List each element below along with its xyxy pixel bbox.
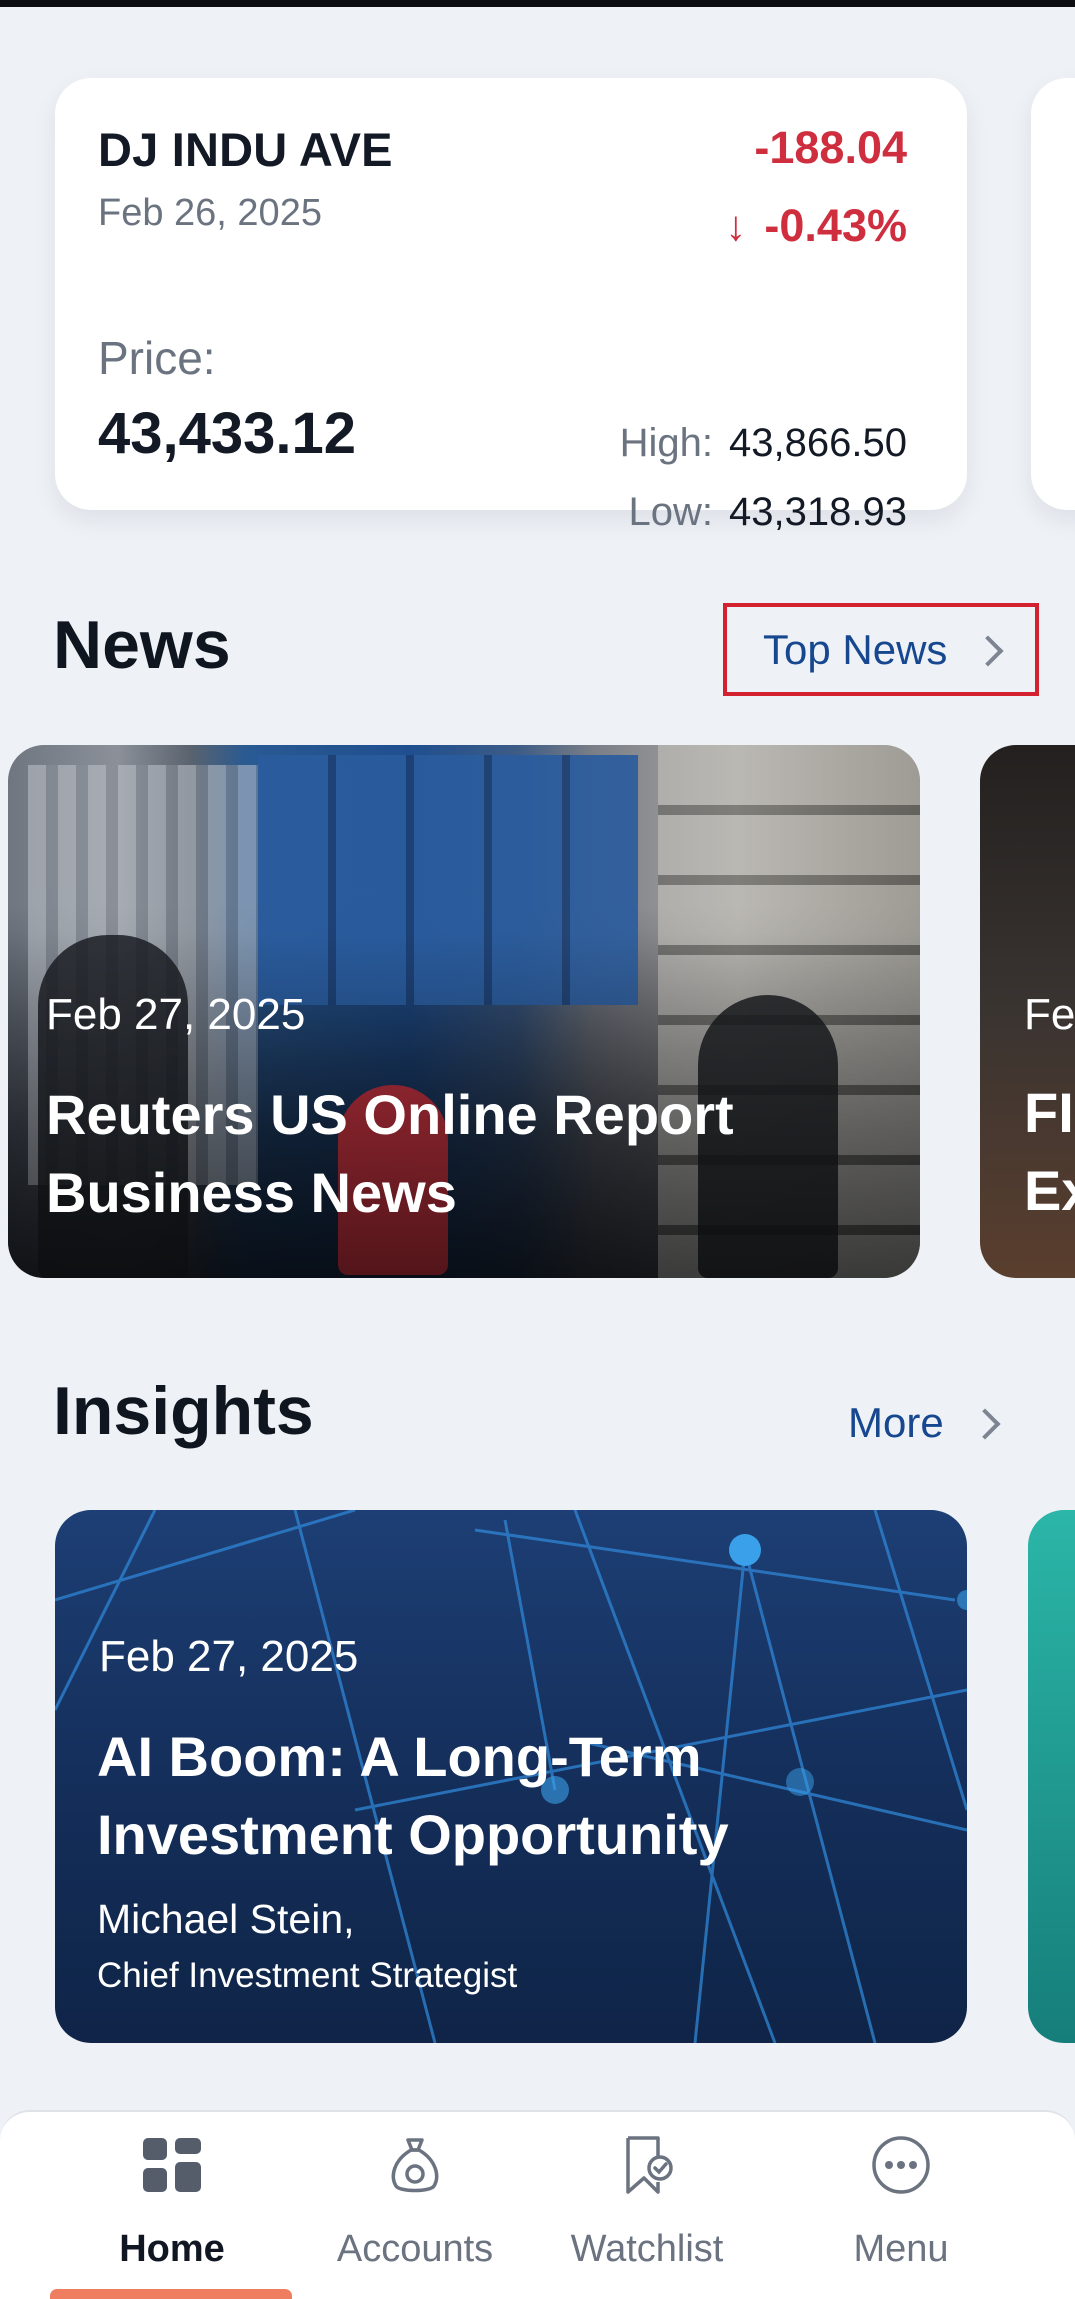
low-value: 43,318.93 <box>729 490 907 534</box>
top-news-label: Top News <box>763 625 948 673</box>
news-next-date: Fe <box>1024 990 1075 1039</box>
low-row: Low: 43,318.93 <box>629 490 907 535</box>
low-label: Low: <box>628 490 714 534</box>
news-next-headline-line2: Ex <box>1024 1159 1075 1222</box>
insight-date: Feb 27, 2025 <box>99 1632 359 1681</box>
insight-author: Michael Stein, <box>97 1896 355 1942</box>
insight-card-next[interactable] <box>1028 1510 1075 2043</box>
nav-menu[interactable]: Menu <box>801 2130 1001 2280</box>
insights-more-link[interactable]: More <box>848 1393 1001 1453</box>
arrow-down-icon: ↓ <box>725 202 747 249</box>
news-section-title: News <box>53 607 231 683</box>
nav-accounts-label: Accounts <box>336 2228 494 2270</box>
nav-menu-label: Menu <box>853 2228 949 2270</box>
grid-icon <box>143 2138 201 2192</box>
news-date: Feb 27, 2025 <box>46 990 306 1039</box>
bookmark-check-icon <box>626 2136 673 2194</box>
news-next-headline-line1: FI <box>1024 1081 1074 1144</box>
high-row: High: 43,866.50 <box>620 421 907 466</box>
market-card-content: DJ INDU AVE Feb 26, 2025 -188.04 ↓ -0.43… <box>55 78 967 534</box>
nav-home[interactable]: Home <box>72 2130 272 2280</box>
price-value: 43,433.12 <box>98 401 357 466</box>
more-dots-icon <box>872 2136 930 2194</box>
insights-section-title: Insights <box>53 1373 314 1449</box>
change-percent-value: -0.43% <box>764 200 907 251</box>
market-index-card-next[interactable] <box>1031 78 1075 510</box>
nav-watchlist[interactable]: Watchlist <box>547 2130 747 2280</box>
high-label: High: <box>619 421 714 465</box>
index-change: -188.04 <box>754 122 907 173</box>
high-value: 43,866.50 <box>729 421 907 465</box>
index-name: DJ INDU AVE <box>98 123 393 176</box>
app-screen: DJ INDU AVE Feb 26, 2025 -188.04 ↓ -0.43… <box>0 0 1075 2299</box>
chevron-right-icon <box>972 634 1004 667</box>
insight-title: AI Boom: A Long-Term Investment Opportun… <box>97 1725 729 1866</box>
nav-watchlist-label: Watchlist <box>570 2228 724 2270</box>
money-bag-icon <box>391 2138 439 2193</box>
nav-accounts[interactable]: Accounts <box>315 2130 515 2280</box>
status-bar-edge <box>0 0 1075 7</box>
top-news-link[interactable]: Top News <box>723 603 1039 696</box>
insight-author-role: Chief Investment Strategist <box>97 1956 518 1995</box>
nav-active-indicator <box>50 2289 292 2299</box>
more-label: More <box>848 1399 944 1446</box>
chevron-right-icon <box>969 1408 1001 1440</box>
price-label: Price: <box>98 332 216 384</box>
index-date: Feb 26, 2025 <box>98 192 322 234</box>
index-change-percent: ↓ -0.43% <box>725 200 907 252</box>
news-headline: Reuters US Online Report Business News <box>46 1083 734 1224</box>
nav-home-label: Home <box>119 2228 225 2270</box>
